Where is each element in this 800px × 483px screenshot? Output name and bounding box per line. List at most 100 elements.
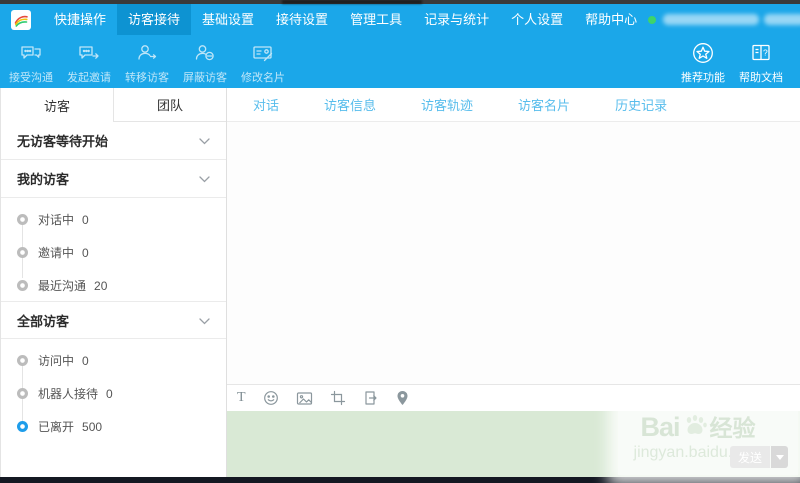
blurred-browser-title — [282, 0, 422, 4]
menu-help-center[interactable]: 帮助中心 — [574, 4, 648, 35]
screenshot-icon[interactable] — [330, 390, 346, 406]
block-visitor-icon — [192, 40, 218, 66]
edit-card-icon — [250, 40, 276, 66]
item-count: 0 — [106, 387, 113, 401]
message-input-area[interactable]: Bai 经验 jingyan.baidu.com 发送 — [227, 411, 800, 477]
send-file-icon[interactable] — [363, 390, 379, 406]
tab-visitor-info[interactable]: 访客信息 — [324, 95, 376, 114]
item-count: 20 — [94, 279, 107, 293]
tool-label: 帮助文档 — [739, 69, 783, 85]
gray-bullet-icon — [17, 247, 28, 258]
transfer-visitor-icon — [134, 40, 160, 66]
send-options-dropdown[interactable] — [771, 446, 788, 468]
main-panel: 对话 访客信息 访客轨迹 访客名片 历史记录 T — [227, 88, 800, 477]
section-no-waiting-visitors[interactable]: 无访客等待开始 — [1, 122, 226, 160]
chat-message-area — [227, 122, 800, 384]
emoji-icon[interactable] — [263, 390, 279, 406]
visitor-sidebar: 访客 团队 无访客等待开始 我的访客 对话中 0 — [0, 88, 227, 477]
transfer-visitor-button[interactable]: 转移访客 — [118, 35, 176, 88]
item-label: 对话中 — [38, 211, 74, 228]
tool-label: 发起邀请 — [67, 69, 111, 85]
item-label: 访问中 — [38, 352, 74, 369]
chevron-down-icon — [199, 133, 210, 148]
app-window: 快捷操作 访客接待 基础设置 接待设置 管理工具 记录与统计 个人设置 帮助中心… — [0, 0, 800, 483]
item-in-chat[interactable]: 对话中 0 — [1, 203, 226, 236]
chat-invite-icon — [76, 40, 102, 66]
item-recent-chats[interactable]: 最近沟通 20 — [1, 269, 226, 302]
tool-label: 转移访客 — [125, 69, 169, 85]
accept-chat-button[interactable]: 接受沟通 — [2, 35, 60, 88]
section-header-label: 全部访客 — [17, 311, 69, 330]
recommended-features-button[interactable]: 推荐功能 — [674, 35, 732, 88]
action-toolbar: 接受沟通 发起邀请 转移访客 — [0, 35, 800, 88]
item-label: 邀请中 — [38, 244, 74, 261]
section-my-visitors[interactable]: 我的访客 — [1, 160, 226, 198]
item-count: 0 — [82, 213, 89, 227]
send-button[interactable]: 发送 — [730, 446, 770, 468]
tab-history[interactable]: 历史记录 — [615, 95, 667, 114]
tab-visitor-card[interactable]: 访客名片 — [518, 95, 570, 114]
item-label: 已离开 — [38, 418, 74, 435]
gray-bullet-icon — [17, 388, 28, 399]
section-header-label: 我的访客 — [17, 169, 69, 188]
screen-top-strip — [0, 0, 800, 4]
titlebar-right: — □ ✕ — [648, 9, 800, 31]
sidebar-tabs: 访客 团队 — [1, 88, 226, 122]
tool-label: 接受沟通 — [9, 69, 53, 85]
blue-bullet-icon — [17, 421, 28, 432]
tab-chat[interactable]: 对话 — [253, 95, 279, 114]
section-header-label: 无访客等待开始 — [17, 131, 108, 150]
item-count: 0 — [82, 354, 89, 368]
item-count: 0 — [82, 246, 89, 260]
menu-management-tools[interactable]: 管理工具 — [339, 4, 413, 35]
menu-basic-settings[interactable]: 基础设置 — [191, 4, 265, 35]
gray-bullet-icon — [17, 280, 28, 291]
app-logo-icon — [11, 10, 31, 30]
star-circle-icon — [690, 40, 716, 66]
online-status-dot — [648, 16, 656, 24]
app-body: 访客 团队 无访客等待开始 我的访客 对话中 0 — [0, 88, 800, 477]
text-format-icon[interactable]: T — [237, 390, 246, 406]
gray-bullet-icon — [17, 214, 28, 225]
block-visitor-button[interactable]: 屏蔽访客 — [176, 35, 234, 88]
location-icon[interactable] — [396, 390, 409, 406]
item-count: 500 — [82, 420, 102, 434]
tool-label: 修改名片 — [241, 69, 285, 85]
tool-label: 推荐功能 — [681, 69, 725, 85]
chevron-down-icon — [199, 171, 210, 186]
main-tabs: 对话 访客信息 访客轨迹 访客名片 历史记录 — [227, 88, 800, 122]
svg-text:?: ? — [763, 48, 768, 58]
start-invite-button[interactable]: 发起邀请 — [60, 35, 118, 88]
edit-card-button[interactable]: 修改名片 — [234, 35, 292, 88]
menu-visitor-reception[interactable]: 访客接待 — [117, 4, 191, 35]
tab-visitor-trail[interactable]: 访客轨迹 — [421, 95, 473, 114]
item-visiting[interactable]: 访问中 0 — [1, 344, 226, 377]
gray-bullet-icon — [17, 355, 28, 366]
menu-personal-settings[interactable]: 个人设置 — [500, 4, 574, 35]
menu-bar: 快捷操作 访客接待 基础设置 接待设置 管理工具 记录与统计 个人设置 帮助中心… — [0, 4, 800, 35]
tab-team[interactable]: 团队 — [113, 88, 226, 122]
my-visitors-list: 对话中 0 邀请中 0 最近沟通 20 — [1, 198, 226, 302]
chat-accept-icon — [18, 40, 44, 66]
item-label: 最近沟通 — [38, 277, 86, 294]
help-docs-button[interactable]: ? 帮助文档 — [732, 35, 790, 88]
item-left-visitors[interactable]: 已离开 500 — [1, 410, 226, 443]
toolbar-spacer — [292, 35, 674, 88]
item-robot-reception[interactable]: 机器人接待 0 — [1, 377, 226, 410]
tab-visitors[interactable]: 访客 — [1, 88, 113, 122]
image-icon[interactable] — [296, 391, 313, 406]
item-label: 机器人接待 — [38, 385, 98, 402]
menu-quick-actions[interactable]: 快捷操作 — [43, 4, 117, 35]
help-doc-icon: ? — [748, 40, 774, 66]
blurred-account-name — [663, 14, 759, 25]
all-visitors-list: 访问中 0 机器人接待 0 已离开 500 — [1, 339, 226, 451]
tool-label: 屏蔽访客 — [183, 69, 227, 85]
chevron-down-icon — [199, 313, 210, 328]
window-bottom-edge — [0, 477, 800, 483]
menu-reception-settings[interactable]: 接待设置 — [265, 4, 339, 35]
item-inviting[interactable]: 邀请中 0 — [1, 236, 226, 269]
blurred-account-id — [764, 14, 800, 25]
send-button-group: 发送 — [730, 446, 788, 468]
menu-records-statistics[interactable]: 记录与统计 — [413, 4, 500, 35]
section-all-visitors[interactable]: 全部访客 — [1, 301, 226, 339]
